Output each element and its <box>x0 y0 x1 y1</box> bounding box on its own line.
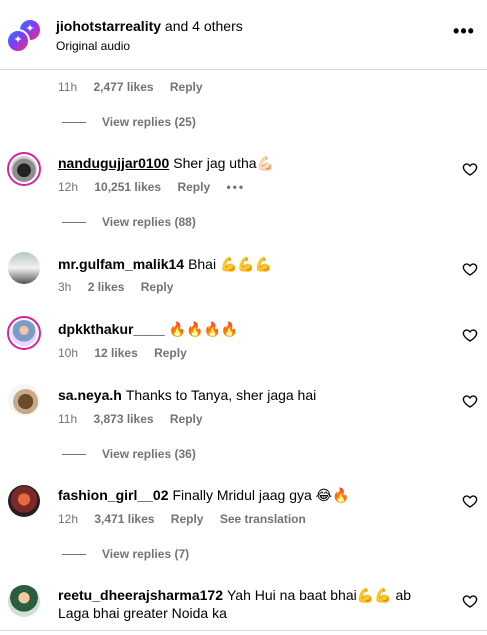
comment-meta: 11h 3,873 likes Reply <box>58 412 216 426</box>
view-replies-button[interactable]: View replies (88) <box>62 215 196 229</box>
reply-button[interactable]: Reply <box>170 412 203 426</box>
comment-likes[interactable]: 2 likes <box>88 280 125 294</box>
comment-likes[interactable]: 3,471 likes <box>94 512 154 526</box>
comment-time: 12h <box>58 180 79 194</box>
comment-body: dpkkthakur____ 🔥🔥🔥🔥 <box>58 321 238 338</box>
view-replies-label: View replies (88) <box>102 215 196 229</box>
heart-icon[interactable] <box>462 161 478 177</box>
heart-icon[interactable] <box>462 327 478 343</box>
comment-meta: 10h 12 likes Reply <box>58 346 200 360</box>
heart-icon[interactable] <box>462 593 478 609</box>
heart-icon[interactable] <box>462 261 478 277</box>
see-translation-button[interactable]: See translation <box>220 512 306 526</box>
comment-text: 🔥🔥🔥🔥 <box>168 321 239 337</box>
comment-username[interactable]: fashion_girl__02 <box>58 487 169 503</box>
comment-username[interactable]: reetu_dheerajsharma172 <box>58 587 223 603</box>
heart-icon[interactable] <box>462 493 478 509</box>
collab-avatar[interactable] <box>6 29 30 53</box>
view-replies-button[interactable]: View replies (7) <box>62 547 189 561</box>
comment-time: 10h <box>58 346 79 360</box>
comment-time: 3h <box>58 280 72 294</box>
comment-meta: 11h 2,477 likes Reply <box>58 80 216 94</box>
audio-link[interactable]: Original audio <box>56 39 130 53</box>
reply-button[interactable]: Reply <box>141 280 174 294</box>
comment-body: mr.gulfam_malik14 Bhai 💪💪💪 <box>58 256 272 273</box>
comment-meta: 12h 10,251 likes Reply ••• <box>58 180 258 194</box>
avatar[interactable] <box>8 585 40 617</box>
comment-input-divider <box>0 630 487 635</box>
reply-button[interactable]: Reply <box>171 512 204 526</box>
header-title: jiohotstarreality and 4 others <box>56 18 243 34</box>
comment-text: Thanks to Tanya, sher jaga hai <box>125 387 317 403</box>
comment-body: nandugujjar0100 Sher jag utha💪🏻 <box>58 155 274 172</box>
comment-time: 12h <box>58 512 79 526</box>
divider-line <box>62 222 86 224</box>
collab-avatar-group[interactable] <box>6 18 42 54</box>
comment-body: sa.neya.h Thanks to Tanya, sher jaga hai <box>58 387 316 403</box>
avatar[interactable] <box>7 152 41 186</box>
comment-username[interactable]: nandugujjar0100 <box>58 155 169 171</box>
avatar[interactable] <box>7 316 41 350</box>
view-replies-label: View replies (25) <box>102 115 196 129</box>
view-replies-button[interactable]: View replies (25) <box>62 115 196 129</box>
header-others[interactable]: and 4 others <box>165 18 243 34</box>
more-horizontal-icon[interactable]: ••• <box>452 22 476 44</box>
comment-username[interactable]: sa.neya.h <box>58 387 122 403</box>
comment-options-button[interactable]: ••• <box>226 180 245 194</box>
comment-meta: 12h 3,471 likes Reply See translation <box>58 512 319 526</box>
heart-icon[interactable] <box>462 393 478 409</box>
reel-header: jiohotstarreality and 4 others Original … <box>0 0 487 70</box>
comment-username[interactable]: mr.gulfam_malik14 <box>58 256 184 272</box>
comment-time: 11h <box>58 412 78 426</box>
comment-time: 11h <box>58 80 78 94</box>
comment-likes[interactable]: 2,477 likes <box>93 80 153 94</box>
reply-button[interactable]: Reply <box>170 80 203 94</box>
avatar[interactable] <box>8 384 40 416</box>
comment-meta: 3h 2 likes Reply <box>58 280 186 294</box>
comment-body: fashion_girl__02 Finally Mridul jaag gya … <box>58 487 349 504</box>
comment-likes[interactable]: 3,873 likes <box>93 412 153 426</box>
divider-line <box>62 554 86 556</box>
comment-text: Bhai 💪💪💪 <box>188 256 273 272</box>
reply-button[interactable]: Reply <box>177 180 210 194</box>
avatar[interactable] <box>8 252 40 284</box>
header-username[interactable]: jiohotstarreality <box>56 18 161 34</box>
comment-body: reetu_dheerajsharma172 Yah Hui na baat bh… <box>58 586 438 622</box>
comment-likes[interactable]: 12 likes <box>94 346 137 360</box>
divider-line <box>62 122 86 124</box>
comment-username[interactable]: dpkkthakur____ <box>58 321 165 337</box>
comment-text: Finally Mridul jaag gya 😂🔥 <box>172 487 350 503</box>
avatar[interactable] <box>8 485 40 517</box>
view-replies-button[interactable]: View replies (36) <box>62 447 196 461</box>
divider-line <box>62 454 86 456</box>
comment-likes[interactable]: 10,251 likes <box>94 180 161 194</box>
view-replies-label: View replies (36) <box>102 447 196 461</box>
comment-text: Sher jag utha💪🏻 <box>173 155 274 171</box>
view-replies-label: View replies (7) <box>102 547 190 561</box>
reply-button[interactable]: Reply <box>154 346 187 360</box>
